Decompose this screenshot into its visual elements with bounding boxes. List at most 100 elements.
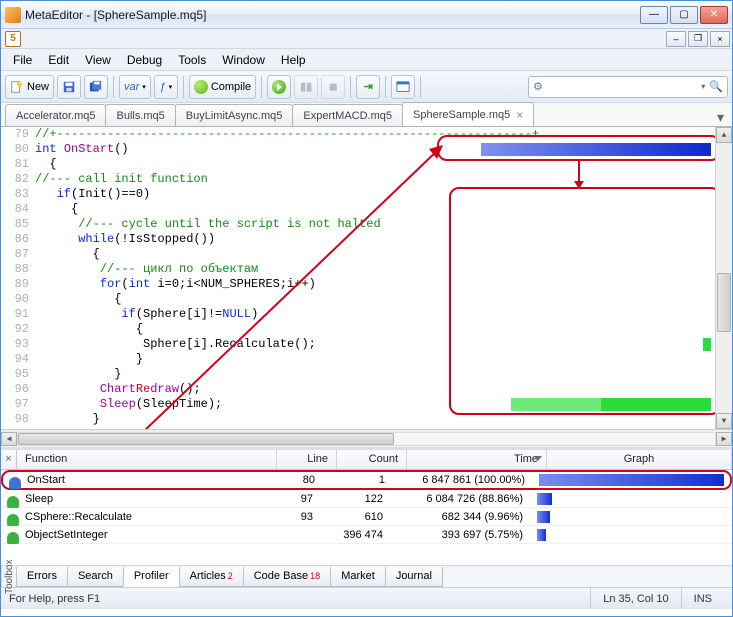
save-icon xyxy=(62,80,76,94)
code-line[interactable]: 93 Sphere[i].Recalculate(); xyxy=(1,337,732,352)
column-time[interactable]: Time xyxy=(407,450,547,469)
mdi-close-button[interactable]: × xyxy=(710,31,730,47)
run-button[interactable] xyxy=(267,75,291,99)
document-bar: 5 – ❐ × xyxy=(1,29,732,49)
menu-debug[interactable]: Debug xyxy=(119,51,170,69)
code-line[interactable]: 83 if(Init()==0) xyxy=(1,187,732,202)
mdi-restore-button[interactable]: ❐ xyxy=(688,31,708,47)
code-editor[interactable]: 79//+-----------------------------------… xyxy=(1,127,732,447)
search-box[interactable]: ⚙ ▾ 🔍 xyxy=(528,76,728,98)
status-help: For Help, press F1 xyxy=(9,593,100,605)
code-line[interactable]: 94 } xyxy=(1,352,732,367)
column-line[interactable]: Line xyxy=(277,450,337,469)
menu-tools[interactable]: Tools xyxy=(170,51,214,69)
bottom-tab-market[interactable]: Market xyxy=(330,567,386,587)
separator xyxy=(261,76,262,98)
search-input[interactable] xyxy=(547,81,701,93)
code-line[interactable]: 98 } xyxy=(1,412,732,427)
code-line[interactable]: 88 //--- цикл по объектам xyxy=(1,262,732,277)
terminal-button[interactable] xyxy=(391,75,415,99)
tabs-overflow-button[interactable]: ▾ xyxy=(709,109,732,126)
code-line[interactable]: 86 while(!IsStopped()) xyxy=(1,232,732,247)
pause-button[interactable]: ▮▮ xyxy=(294,75,318,99)
toolbox-body: OnStart8016 847 861 (100.00%)Sleep971226… xyxy=(1,470,732,565)
code-line[interactable]: 96 ChartRedraw(); xyxy=(1,382,732,397)
profiler-row[interactable]: Sleep971226 084 726 (88.86%) xyxy=(1,490,732,508)
code-line[interactable]: 92 { xyxy=(1,322,732,337)
file-tab[interactable]: Accelerator.mq5 xyxy=(5,104,106,126)
toolbox-close-button[interactable]: × xyxy=(1,450,17,469)
horizontal-scrollbar[interactable]: ◀ ▶ xyxy=(1,429,732,447)
profiler-row[interactable]: OnStart8016 847 861 (100.00%) xyxy=(1,470,732,490)
code-line[interactable]: 87 { xyxy=(1,247,732,262)
code-line[interactable]: 89 for(int i=0;i<NUM_SPHERES;i++) xyxy=(1,277,732,292)
new-button[interactable]: New xyxy=(5,75,54,99)
maximize-button[interactable]: ▢ xyxy=(670,6,698,24)
bottom-tab-journal[interactable]: Journal xyxy=(385,567,443,587)
profiler-row[interactable]: ObjectSetInteger396 474393 697 (5.75%) xyxy=(1,526,732,544)
scroll-thumb[interactable] xyxy=(18,433,394,445)
line-number: 93 xyxy=(1,337,35,352)
bottom-tab-code base[interactable]: Code Base18 xyxy=(243,567,331,587)
line-content: while(!IsStopped()) xyxy=(35,232,732,247)
line-number: 81 xyxy=(1,157,35,172)
save-button[interactable] xyxy=(57,75,81,99)
status-position: Ln 35, Col 10 xyxy=(590,588,680,609)
line-content: { xyxy=(35,157,732,172)
code-line[interactable]: 79//+-----------------------------------… xyxy=(1,127,732,142)
file-tab[interactable]: BuyLimitAsync.mq5 xyxy=(175,104,294,126)
scroll-up-button[interactable]: ▲ xyxy=(716,127,732,143)
line-content: ChartRedraw(); xyxy=(35,382,732,397)
code-line[interactable]: 84 { xyxy=(1,202,732,217)
code-line[interactable]: 82//--- call init function xyxy=(1,172,732,187)
mdi-minimize-button[interactable]: – xyxy=(666,31,686,47)
file-tab[interactable]: SphereSample.mq5× xyxy=(402,102,534,126)
column-function[interactable]: Function xyxy=(17,450,277,469)
compile-button[interactable]: Compile xyxy=(189,75,256,99)
search-dropdown-icon[interactable]: ▾ xyxy=(701,82,705,91)
menu-edit[interactable]: Edit xyxy=(40,51,77,69)
bottom-tab-profiler[interactable]: Profiler xyxy=(123,567,180,587)
separator xyxy=(420,76,421,98)
code-line[interactable]: 95 } xyxy=(1,367,732,382)
var-button[interactable]: var▾ xyxy=(119,75,151,99)
code-line[interactable]: 85 //--- cycle until the script is not h… xyxy=(1,217,732,232)
file-tab[interactable]: ExpertMACD.mq5 xyxy=(292,104,403,126)
profiler-row[interactable]: CSphere::Recalculate93610682 344 (9.96%) xyxy=(1,508,732,526)
scroll-thumb[interactable] xyxy=(717,273,731,332)
bottom-tab-articles[interactable]: Articles2 xyxy=(179,567,244,587)
code-line[interactable]: 81 { xyxy=(1,157,732,172)
step-icon: ⇥ xyxy=(364,80,373,93)
file-tab[interactable]: Bulls.mq5 xyxy=(105,104,175,126)
function-button[interactable]: ƒ▾ xyxy=(154,75,178,99)
minimize-button[interactable]: — xyxy=(640,6,668,24)
menu-help[interactable]: Help xyxy=(273,51,314,69)
scroll-track[interactable] xyxy=(716,143,732,413)
step-button[interactable]: ⇥ xyxy=(356,75,380,99)
code-line[interactable]: 90 { xyxy=(1,292,732,307)
separator xyxy=(385,76,386,98)
tab-close-icon[interactable]: × xyxy=(516,108,523,122)
column-count[interactable]: Count xyxy=(337,450,407,469)
toolbox-header: × Function Line Count Time Graph xyxy=(1,450,732,470)
scroll-down-button[interactable]: ▼ xyxy=(716,413,732,429)
scroll-track[interactable] xyxy=(17,432,716,446)
new-label: New xyxy=(27,81,49,93)
menu-window[interactable]: Window xyxy=(214,51,273,69)
close-button[interactable]: ✕ xyxy=(700,6,728,24)
vertical-scrollbar[interactable]: ▲ ▼ xyxy=(715,127,732,429)
toolbox-side-label[interactable]: Toolbox xyxy=(1,566,17,587)
window-title: MetaEditor - [SphereSample.mq5] xyxy=(25,8,638,22)
scroll-left-button[interactable]: ◀ xyxy=(1,432,17,446)
search-icon[interactable]: 🔍 xyxy=(709,80,723,93)
save-all-button[interactable] xyxy=(84,75,108,99)
code-line[interactable]: 91 if(Sphere[i]!=NULL) xyxy=(1,307,732,322)
scroll-right-button[interactable]: ▶ xyxy=(716,432,732,446)
menu-file[interactable]: File xyxy=(5,51,40,69)
row-bar xyxy=(537,529,546,541)
column-graph[interactable]: Graph xyxy=(547,450,732,469)
menu-view[interactable]: View xyxy=(77,51,119,69)
stop-button[interactable]: ◼ xyxy=(321,75,345,99)
bottom-tab-search[interactable]: Search xyxy=(67,567,124,587)
bottom-tab-errors[interactable]: Errors xyxy=(16,567,68,587)
